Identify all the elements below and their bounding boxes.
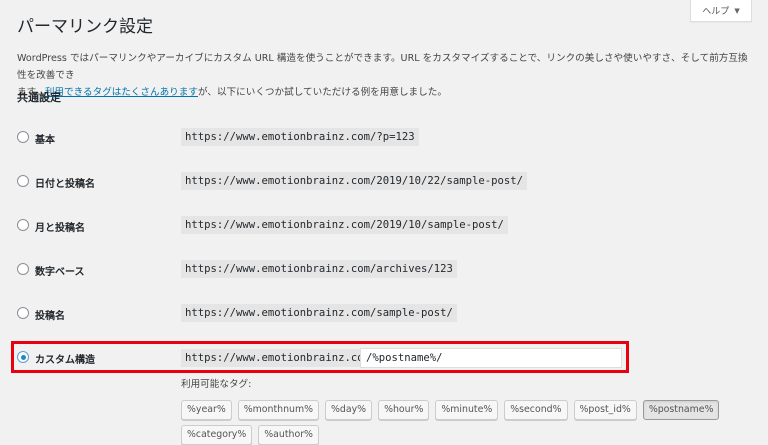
- example-url-day-and-name: https://www.emotionbrainz.com/2019/10/22…: [181, 172, 528, 190]
- radio-numeric[interactable]: [17, 263, 29, 275]
- custom-base-url: https://www.emotionbrainz.com: [181, 349, 374, 367]
- tag-button-postname[interactable]: %postname%: [642, 400, 720, 420]
- tag-button-monthnum[interactable]: %monthnum%: [237, 400, 319, 420]
- tag-button-category[interactable]: %category%: [181, 425, 253, 445]
- section-title-common: 共通設定: [17, 91, 61, 104]
- intro-line-1: WordPress ではパーマリンクやアーカイブにカスタム URL 構造を使うこ…: [17, 53, 748, 81]
- tag-buttons-row-1: %year% %monthnum% %day% %hour% %minute% …: [181, 400, 720, 420]
- help-tab-button[interactable]: ヘルプ ▼: [690, 0, 752, 22]
- available-tags-link[interactable]: 利用できるタグはたくさんあります: [45, 87, 198, 98]
- option-label-plain: 基本: [35, 135, 55, 146]
- help-tab-label: ヘルプ: [702, 7, 730, 17]
- tag-buttons-row-2: %category% %author%: [181, 425, 319, 445]
- tag-button-second[interactable]: %second%: [504, 400, 568, 420]
- option-label-month-and-name: 月と投稿名: [35, 223, 85, 234]
- available-tags-label: 利用可能なタグ:: [181, 379, 252, 390]
- example-url-post-name: https://www.emotionbrainz.com/sample-pos…: [181, 304, 457, 322]
- option-label-post-name: 投稿名: [35, 311, 65, 322]
- example-url-plain: https://www.emotionbrainz.com/?p=123: [181, 128, 419, 146]
- tag-button-hour[interactable]: %hour%: [378, 400, 430, 420]
- custom-structure-input[interactable]: /%postname%/: [360, 348, 622, 368]
- tag-button-year[interactable]: %year%: [181, 400, 232, 420]
- radio-post-name[interactable]: [17, 307, 29, 319]
- radio-month-and-name[interactable]: [17, 219, 29, 231]
- example-url-month-and-name: https://www.emotionbrainz.com/2019/10/sa…: [181, 216, 508, 234]
- option-label-custom-structure: カスタム構造: [35, 355, 95, 366]
- caret-down-icon: ▼: [734, 6, 740, 15]
- tag-button-post-id[interactable]: %post_id%: [573, 400, 637, 420]
- option-label-numeric: 数字ベース: [35, 267, 85, 278]
- tag-button-day[interactable]: %day%: [325, 400, 373, 420]
- example-url-numeric: https://www.emotionbrainz.com/archives/1…: [181, 260, 457, 278]
- radio-plain[interactable]: [17, 131, 29, 143]
- page-title: パーマリンク設定: [17, 17, 153, 37]
- tag-button-author[interactable]: %author%: [258, 425, 319, 445]
- tag-button-minute[interactable]: %minute%: [435, 400, 499, 420]
- radio-day-and-name[interactable]: [17, 175, 29, 187]
- option-label-day-and-name: 日付と投稿名: [35, 179, 95, 190]
- intro-text: WordPress ではパーマリンクやアーカイブにカスタム URL 構造を使うこ…: [17, 50, 757, 101]
- radio-custom-structure[interactable]: [17, 351, 29, 363]
- intro-line-2-end: が、以下にいくつか試していただける例を用意しました。: [197, 87, 447, 98]
